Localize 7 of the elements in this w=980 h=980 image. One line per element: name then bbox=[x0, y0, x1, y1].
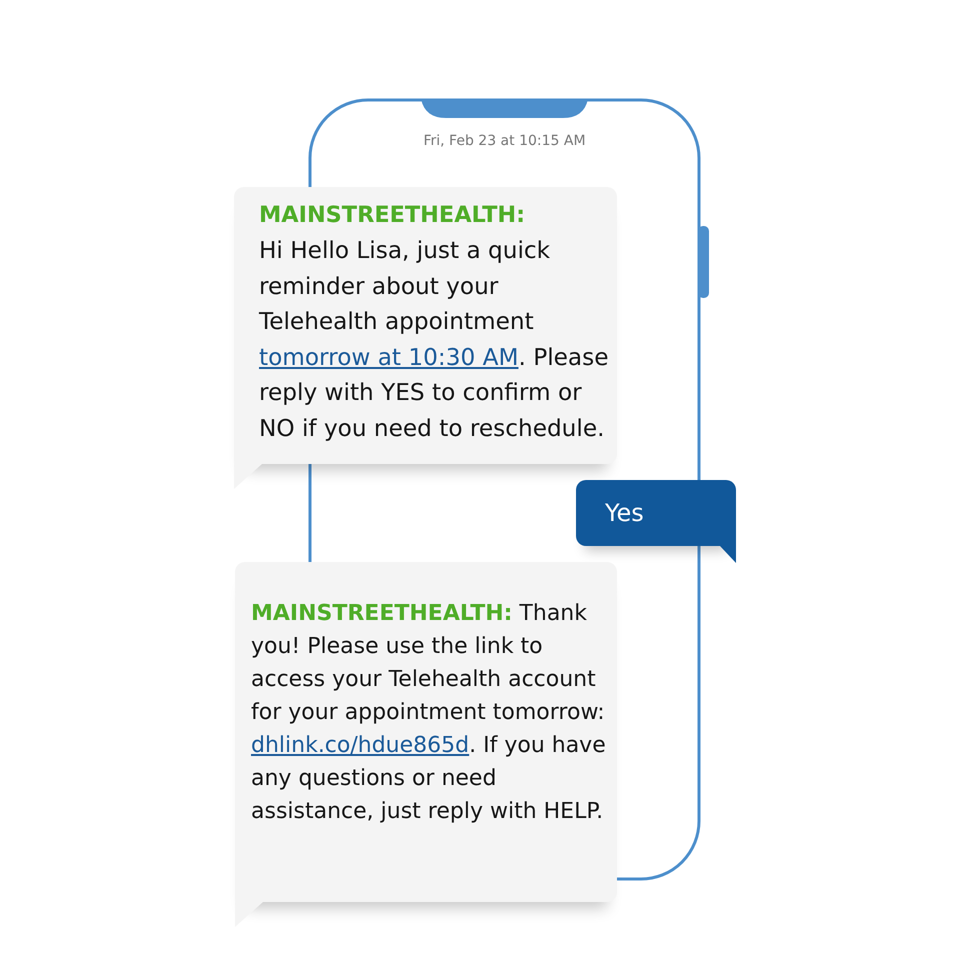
timestamp: Fri, Feb 23 at 10:15 AM bbox=[423, 133, 586, 149]
message-link[interactable]: dhlink.co/hdue865d bbox=[251, 732, 470, 758]
sender-name: MAINSTREETHEALTH: bbox=[259, 200, 526, 230]
message-text: MAINSTREETHEALTH: Thank you! Please use the link to access your Telehealth account for your appointment tomorrow: dhlink.co/hdue865d. If you have any questions or need assistance, just reply with HELP. bbox=[251, 600, 607, 826]
message-text: Yes bbox=[605, 498, 644, 529]
message-text: Hi Hello Lisa, just a quick reminder about your Telehealth appointment tomorrow at 10:30 AM. Please reply with YES to confirm or NO if you need to reschedule. bbox=[259, 236, 610, 444]
message-link[interactable]: tomorrow at 10:30 AM bbox=[259, 344, 518, 370]
